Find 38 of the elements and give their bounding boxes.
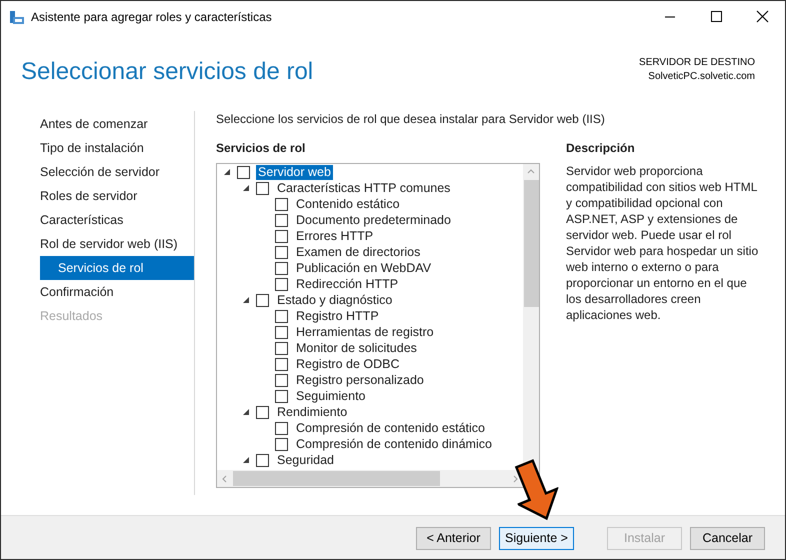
section-heading: Servicios de rol: [216, 141, 306, 157]
tree-item[interactable]: Servidor web: [256, 164, 333, 180]
tree-item[interactable]: Rendimiento: [275, 404, 350, 420]
server-label: SERVIDOR DE DESTINO: [639, 56, 755, 70]
tree-item[interactable]: Redirección HTTP: [294, 276, 400, 292]
tree-item[interactable]: Seguridad: [275, 452, 336, 468]
nav-item[interactable]: Selección de servidor: [40, 160, 194, 184]
server-name: SolveticPC.solvetic.com: [647, 70, 755, 84]
tree-item[interactable]: Publicación en WebDAV: [294, 260, 434, 276]
nav-item[interactable]: Rol de servidor web (IIS): [40, 232, 194, 256]
nav-item[interactable]: Antes de comenzar: [40, 112, 194, 136]
wizard-button[interactable]: Cancelar: [690, 526, 765, 550]
tree-item[interactable]: Herramientas de registro: [294, 324, 436, 340]
tree-item[interactable]: Seguimiento: [294, 388, 368, 404]
tree-item[interactable]: Estado y diagnóstico: [275, 292, 394, 308]
tree-item[interactable]: Registro personalizado: [294, 372, 426, 388]
instruction-text: Seleccione los servicios de rol que desea instalar para Servidor web (IIS): [216, 111, 606, 127]
tree-item[interactable]: Monitor de solicitudes: [294, 340, 419, 356]
description-text: Servidor web proporciona compatibilidad con sitios web HTML y compatibilidad opcional con ASP.NET, ASP y extensiones de servidor web. Puede usar el rol Servidor web para hospedar un sitio web interno o externo o para proporcionar un entorno en el que los desarrolladores creen aplicaciones web.: [566, 163, 760, 323]
tree-item[interactable]: Contenido estático: [294, 196, 402, 212]
tree-item[interactable]: Documento predeterminado: [294, 212, 453, 228]
tree-item[interactable]: Características HTTP comunes: [275, 180, 452, 196]
window-title: Asistente para agregar roles y características: [31, 10, 273, 24]
nav-item[interactable]: Características: [40, 208, 194, 232]
tree-item[interactable]: Compresión de contenido estático: [294, 420, 488, 436]
nav-item[interactable]: Servicios de rol: [40, 256, 194, 280]
tree-item[interactable]: Registro de ODBC: [294, 356, 402, 372]
section-heading: Descripción: [566, 141, 636, 157]
wizard-button[interactable]: < Anterior: [416, 526, 491, 550]
tree-item[interactable]: Errores HTTP: [294, 228, 376, 244]
tree-item[interactable]: Registro HTTP: [294, 308, 381, 324]
tree-item[interactable]: Examen de directorios: [294, 244, 422, 260]
nav-item[interactable]: Tipo de instalación: [40, 136, 194, 160]
nav-item[interactable]: Roles de servidor: [40, 184, 194, 208]
page-title: Seleccionar servicios de rol: [21, 58, 314, 87]
nav-item[interactable]: Confirmación: [40, 280, 194, 304]
wizard-button[interactable]: Siguiente >: [499, 526, 574, 550]
tree-item[interactable]: Compresión de contenido dinámico: [294, 436, 494, 452]
